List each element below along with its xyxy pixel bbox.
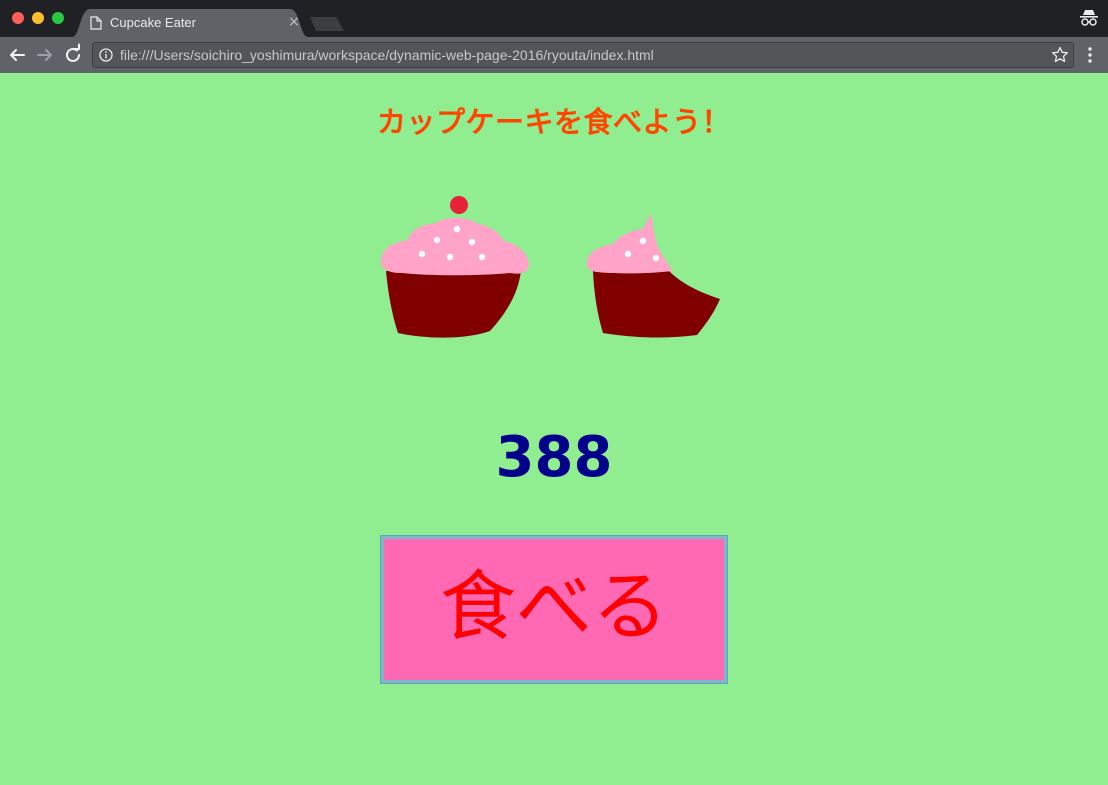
document-icon (90, 16, 102, 30)
url-text[interactable]: file:///Users/soichiro_yoshimura/workspa… (120, 47, 654, 63)
cupcake-frosting (586, 213, 673, 274)
page-title: カップケーキを食べよう！ (376, 105, 731, 139)
sprinkle (418, 250, 426, 258)
eat-button-label: 食べる (440, 562, 668, 651)
cherry-icon (450, 196, 468, 214)
cupcake-frosting (380, 217, 529, 276)
tab-close-icon[interactable]: × (286, 13, 302, 31)
browser-tab[interactable]: Cupcake Eater × (72, 9, 308, 37)
sprinkle (652, 254, 660, 262)
eat-button[interactable]: 食べる (380, 535, 728, 684)
sprinkle (446, 253, 454, 261)
browser-toolbar: file:///Users/soichiro_yoshimura/workspa… (0, 37, 1108, 73)
back-arrow-icon[interactable] (5, 43, 29, 67)
forward-arrow-icon[interactable] (33, 43, 57, 67)
sprinkle (624, 250, 632, 258)
info-icon[interactable] (99, 48, 113, 62)
sprinkle (453, 225, 461, 233)
browser-titlebar: Cupcake Eater × (0, 0, 1108, 37)
star-icon[interactable] (1051, 46, 1069, 64)
sprinkle (639, 237, 647, 245)
sprinkle (433, 236, 441, 244)
reload-icon[interactable] (61, 43, 85, 67)
cupcake-cake (386, 271, 521, 338)
sprinkle (478, 253, 486, 261)
address-bar[interactable]: file:///Users/soichiro_yoshimura/workspa… (92, 42, 1074, 68)
new-tab-button[interactable] (310, 17, 344, 31)
sprinkle (468, 238, 476, 246)
tab-title: Cupcake Eater (110, 15, 196, 30)
incognito-icon (1080, 10, 1098, 26)
menu-icon[interactable] (1082, 45, 1098, 65)
cupcake-bitten-image (586, 213, 720, 338)
cupcake-cake (593, 271, 720, 338)
cupcake-full-image (380, 196, 529, 338)
eat-counter: 388 (495, 425, 613, 490)
minimize-window-button[interactable] (32, 12, 44, 24)
zoom-window-button[interactable] (52, 12, 64, 24)
page-content: カップケーキを食べよう！ 388 食べる (0, 73, 1108, 785)
close-window-button[interactable] (12, 12, 24, 24)
